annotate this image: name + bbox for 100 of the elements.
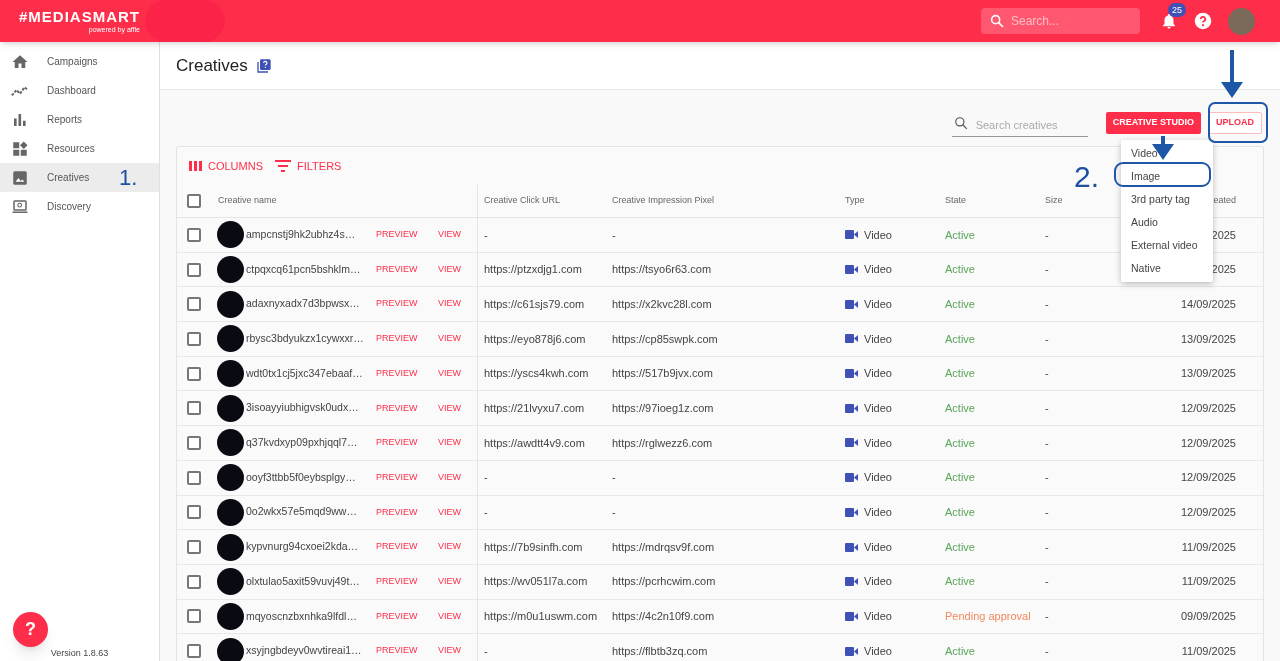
type-label: Video — [864, 435, 892, 451]
checkbox[interactable] — [187, 331, 201, 346]
view-link[interactable]: VIEW — [438, 540, 461, 554]
creative-name: xsyjngbdeyv0wvtireai1… — [246, 643, 363, 659]
video-camera-icon — [845, 473, 858, 483]
video-camera-icon — [845, 646, 858, 656]
view-link[interactable]: VIEW — [438, 401, 461, 416]
sidebar-item[interactable]: Creatives 1. — [0, 163, 159, 192]
preview-link[interactable]: PREVIEW — [376, 401, 438, 416]
impression-pixel-cell-text: https://x2kvc28l.com — [612, 296, 713, 312]
size-cell-text: - — [1045, 331, 1050, 347]
view-link[interactable]: VIEW — [438, 470, 461, 485]
state-label: Active — [945, 435, 975, 451]
creative-studio-button[interactable]: CREATIVE STUDIO — [1105, 112, 1201, 134]
size-cell-text: - — [1045, 539, 1050, 555]
state-label: Active — [945, 331, 975, 347]
preview-link[interactable]: PREVIEW — [376, 644, 438, 658]
preview-link[interactable]: PREVIEW — [376, 366, 438, 381]
checkbox[interactable] — [187, 644, 201, 659]
logo-text: #MEDIASMART — [19, 9, 140, 24]
menu-item[interactable]: Audio — [1121, 211, 1213, 234]
preview-link[interactable]: PREVIEW — [376, 470, 438, 485]
column-header: Creative Impression Pixel — [612, 194, 716, 208]
preview-link[interactable]: PREVIEW — [376, 540, 438, 554]
thumbnail-placeholder — [217, 325, 244, 353]
size-cell-text: - — [1045, 262, 1050, 278]
size-cell-text: - — [1045, 366, 1050, 382]
help-book-icon[interactable] — [255, 57, 272, 74]
state-label: Active — [945, 401, 975, 417]
view-link[interactable]: VIEW — [438, 505, 461, 520]
menu-item[interactable]: Video — [1121, 142, 1213, 165]
view-link[interactable]: VIEW — [438, 228, 461, 242]
checkbox[interactable] — [187, 574, 201, 589]
preview-link[interactable]: PREVIEW — [376, 609, 438, 624]
view-link[interactable]: VIEW — [438, 609, 461, 624]
preview-link[interactable]: PREVIEW — [376, 332, 438, 346]
state-label: Active — [945, 470, 975, 486]
impression-pixel-cell-text: https://pcrhcwim.com — [612, 574, 717, 590]
preview-link[interactable]: PREVIEW — [376, 297, 438, 311]
help-button[interactable]: ? — [13, 612, 48, 647]
columns-button[interactable]: COLUMNS — [189, 157, 263, 175]
preview-link[interactable]: PREVIEW — [376, 574, 438, 589]
thumbnail-placeholder — [217, 637, 244, 661]
checkbox[interactable] — [187, 505, 201, 520]
view-link[interactable]: VIEW — [438, 366, 461, 381]
preview-link[interactable]: PREVIEW — [376, 228, 438, 242]
checkbox[interactable] — [187, 540, 201, 555]
state-label: Active — [945, 574, 975, 590]
step-number: 2. — [1074, 159, 1100, 195]
impression-pixel-cell-text: - — [612, 470, 617, 486]
checkbox[interactable] — [187, 194, 201, 208]
menu-item[interactable]: 3rd party tag — [1121, 188, 1213, 211]
search-icon — [953, 116, 968, 130]
type-label: Video — [864, 609, 892, 625]
creatives-search-field[interactable]: Search creatives — [951, 114, 1088, 137]
checkbox[interactable] — [187, 435, 201, 450]
view-link[interactable]: VIEW — [438, 262, 461, 277]
video-camera-icon — [845, 611, 858, 621]
menu-item[interactable]: Native — [1121, 257, 1213, 280]
view-link[interactable]: VIEW — [438, 332, 461, 346]
preview-link[interactable]: PREVIEW — [376, 505, 438, 520]
created-date-cell-text: 11/09/2025 — [1181, 539, 1236, 555]
notification-badge: 25 — [1168, 3, 1186, 17]
preview-link[interactable]: PREVIEW — [376, 436, 438, 450]
state-label: Active — [945, 539, 975, 555]
thumbnail-placeholder — [217, 568, 244, 596]
size-cell-text: - — [1045, 609, 1050, 625]
filters-button[interactable]: FILTERS — [275, 157, 342, 175]
view-link[interactable]: VIEW — [438, 436, 461, 450]
page-title: Creatives — [176, 54, 248, 77]
video-camera-icon — [845, 403, 858, 413]
checkbox[interactable] — [187, 366, 201, 381]
creative-name: 0o2wkx57e5mqd9ww… — [246, 504, 358, 520]
checkbox[interactable] — [187, 227, 201, 242]
bell-icon[interactable] — [1160, 12, 1178, 30]
created-date-cell-text: 14/09/2025 — [1180, 296, 1236, 312]
preview-link[interactable]: PREVIEW — [376, 262, 438, 277]
click-url-cell-text: https://eyo878j6.com — [483, 331, 587, 347]
creative-name: q37kvdxyp09pxhjqql7… — [246, 435, 359, 451]
created-date-cell-text: 12/09/2025 — [1180, 401, 1236, 417]
checkbox[interactable] — [187, 609, 201, 624]
impression-pixel-cell-text: https://tsyo6r63.com — [612, 262, 713, 278]
click-url-cell-text: - — [483, 643, 489, 659]
checkbox[interactable] — [187, 297, 201, 312]
type-label: Video — [864, 366, 892, 382]
upload-button[interactable]: UPLOAD — [1208, 112, 1262, 134]
creative-name: ctpqxcq61pcn5bshklm… — [246, 261, 362, 277]
checkbox[interactable] — [187, 401, 201, 416]
help-icon[interactable] — [1194, 12, 1212, 30]
menu-item[interactable]: External video — [1121, 234, 1213, 257]
type-label: Video — [864, 643, 892, 659]
impression-pixel-cell-text: https://rglwezz6.com — [612, 435, 714, 451]
impression-pixel-cell-text: https://4c2n10f9.com — [612, 609, 716, 625]
click-url-cell-text: https://wv051l7a.com — [483, 574, 589, 590]
view-link[interactable]: VIEW — [438, 574, 461, 589]
view-link[interactable]: VIEW — [438, 297, 461, 311]
checkbox[interactable] — [187, 470, 201, 485]
impression-pixel-cell-text: - — [612, 505, 617, 521]
checkbox[interactable] — [187, 262, 201, 277]
view-link[interactable]: VIEW — [438, 644, 461, 658]
